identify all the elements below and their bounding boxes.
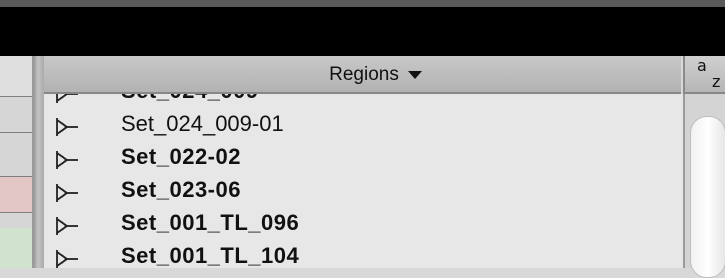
region-name: Set_024_009 [121, 94, 259, 104]
region-icon [56, 151, 78, 169]
region-icon [56, 250, 78, 268]
track-divider [0, 96, 32, 97]
vertical-scrollbar[interactable] [683, 94, 725, 278]
region-name: Set_001_TL_104 [121, 243, 300, 268]
regions-header[interactable]: Regions [44, 56, 681, 94]
sort-z-label: z [712, 72, 721, 91]
sort-az-button[interactable]: a z [683, 56, 725, 94]
region-icon [56, 217, 78, 235]
region-row[interactable]: Set_024_009 [44, 94, 683, 110]
regions-list[interactable]: Set_024_009 Set_024_009-01 Set_022-02 Set_0… [44, 94, 683, 268]
scrollbar-thumb[interactable] [690, 116, 725, 278]
region-icon [56, 118, 78, 136]
region-icon [56, 184, 78, 202]
track-divider [0, 212, 32, 213]
region-name: Set_022-02 [121, 144, 241, 169]
track-cell-red [0, 176, 32, 212]
region-row[interactable]: Set_001_TL_104 [44, 242, 683, 268]
sort-a-label: a [697, 56, 707, 75]
region-row[interactable]: Set_022-02 [44, 143, 683, 176]
region-name: Set_001_TL_096 [121, 210, 300, 235]
region-icon [56, 94, 78, 103]
region-name: Set_023-06 [121, 177, 241, 202]
pane-splitter[interactable] [34, 56, 44, 268]
region-name: Set_024_009-01 [121, 111, 284, 136]
window-titlebar [0, 0, 725, 56]
region-row[interactable]: Set_001_TL_096 [44, 209, 683, 242]
region-row[interactable]: Set_023-06 [44, 176, 683, 209]
dropdown-arrow-icon[interactable] [408, 71, 422, 79]
track-cell-green [0, 228, 32, 268]
track-divider [0, 132, 32, 133]
track-divider [0, 176, 32, 177]
timeline-track-edge [0, 56, 34, 268]
region-row[interactable]: Set_024_009-01 [44, 110, 683, 143]
track-cell [0, 56, 32, 96]
